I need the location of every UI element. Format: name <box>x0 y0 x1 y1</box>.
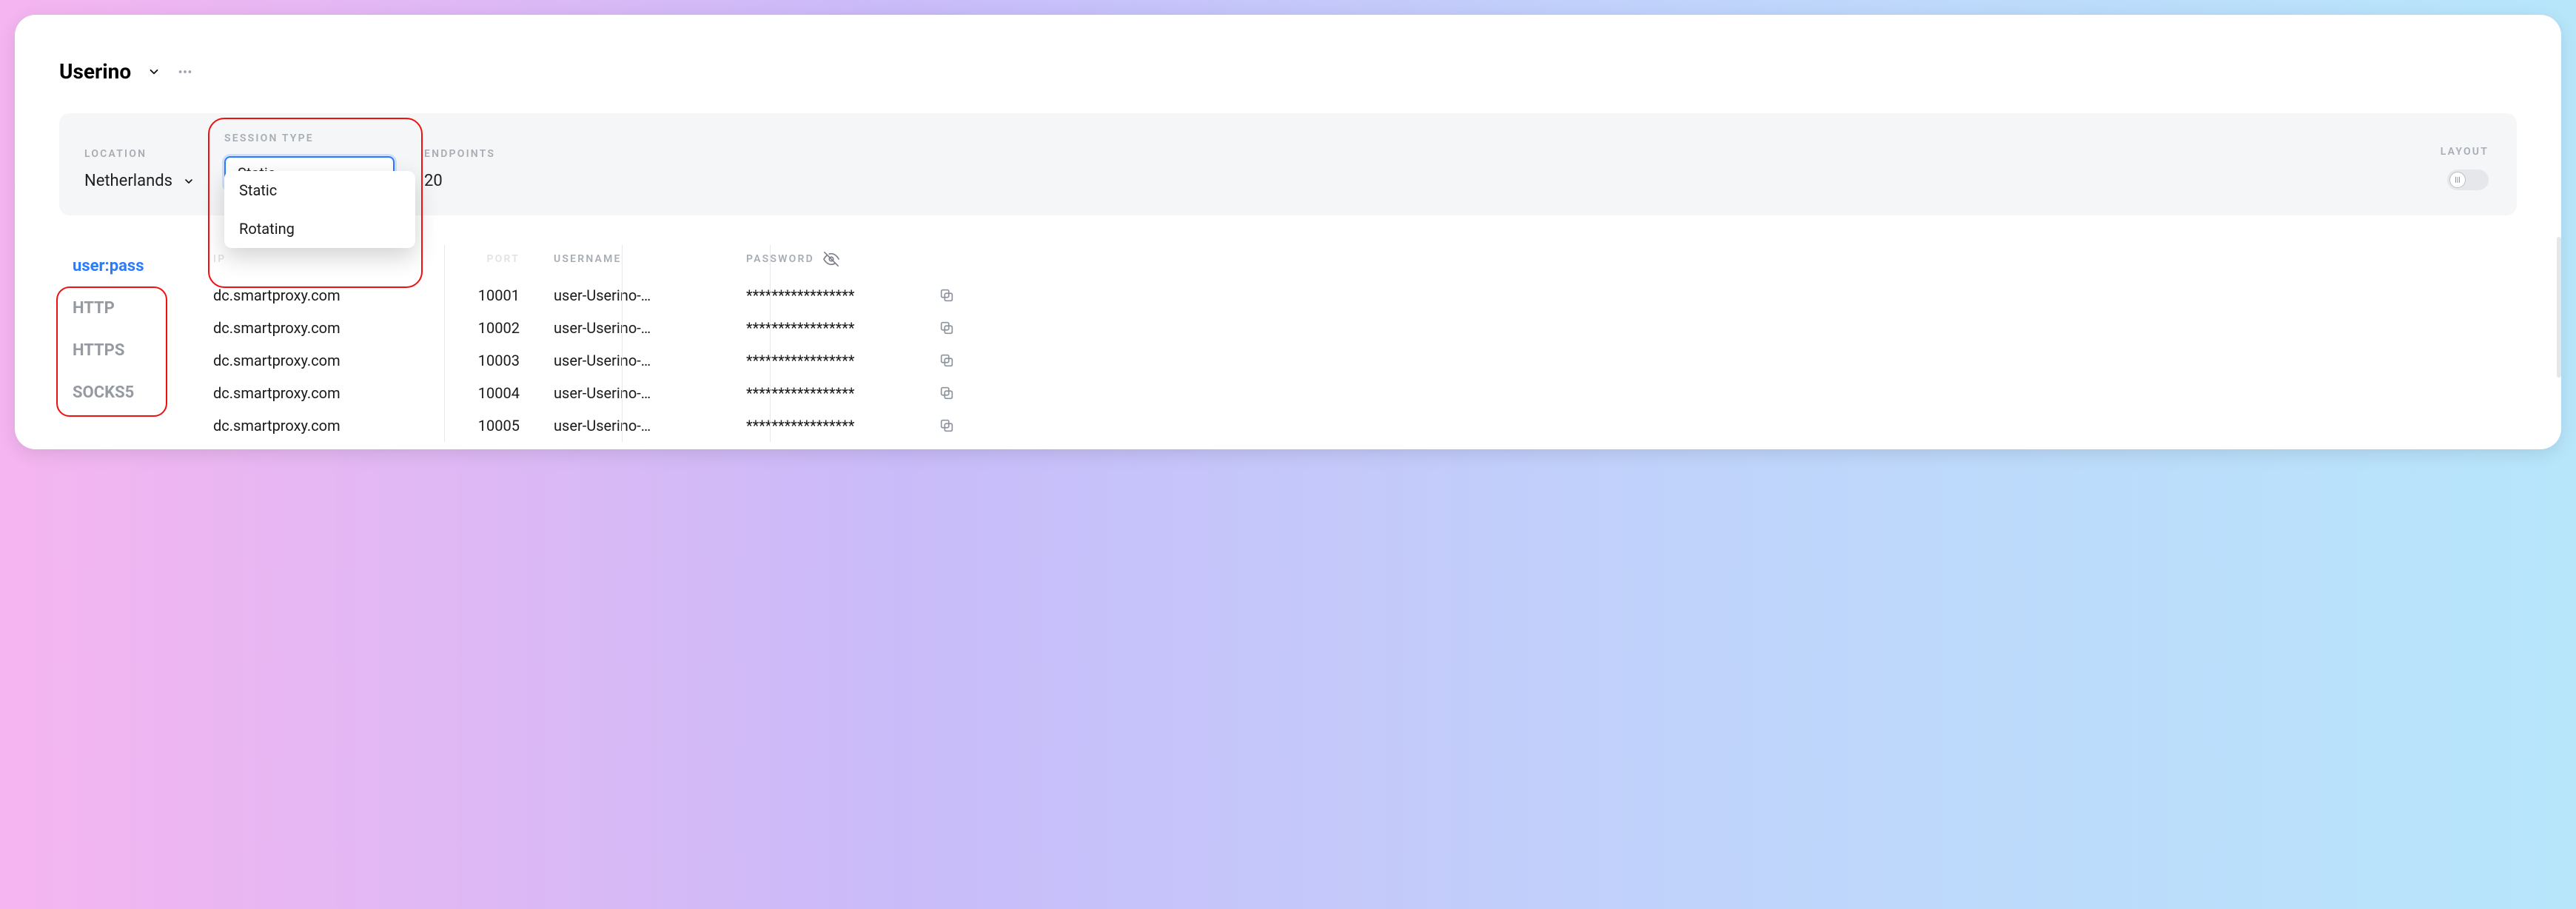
cell-username: user-Userino-… <box>554 352 717 369</box>
col-ip: IP <box>213 253 406 265</box>
scrollbar[interactable] <box>2557 237 2561 378</box>
endpoints-field: ENDPOINTS 20 <box>424 148 495 190</box>
table-row: dc.smartproxy.com 10005 user-Userino-… ****… <box>207 409 2517 442</box>
cell-host: dc.smartproxy.com <box>213 319 406 337</box>
endpoints-table: IP PORT USERNAME PASSWORD dc.smartproxy.… <box>207 245 2517 442</box>
location-label: LOCATION <box>84 148 195 160</box>
table-row: dc.smartproxy.com 10004 user-Userino-… ****… <box>207 377 2517 409</box>
cell-host: dc.smartproxy.com <box>213 352 406 369</box>
cell-password: ***************** <box>746 384 909 402</box>
cell-host: dc.smartproxy.com <box>213 417 406 435</box>
chevron-down-icon <box>183 175 195 187</box>
sidebar-item-https[interactable]: HTTPS <box>59 329 207 372</box>
endpoints-value: 20 <box>424 172 495 190</box>
copy-icon[interactable] <box>939 287 998 303</box>
cell-host: dc.smartproxy.com <box>213 384 406 402</box>
session-option-rotating[interactable]: Rotating <box>224 209 415 248</box>
session-dropdown: Static Rotating <box>224 171 415 248</box>
title-chevron-icon[interactable] <box>147 65 161 78</box>
location-value: Netherlands <box>84 172 172 190</box>
col-username: USERNAME <box>554 253 717 265</box>
content: user:pass HTTP HTTPS SOCKS5 IP PORT USER… <box>59 245 2517 442</box>
copy-icon[interactable] <box>939 352 998 369</box>
cell-password: ***************** <box>746 417 909 435</box>
layout-field: LAYOUT <box>2441 146 2489 190</box>
layout-toggle-knob <box>2449 172 2466 188</box>
table-row: dc.smartproxy.com 10002 user-Userino-… ****… <box>207 312 2517 344</box>
cell-username: user-Userino-… <box>554 286 717 304</box>
sidebar-item-http[interactable]: HTTP <box>59 287 207 329</box>
app-card: Userino LOCATION Netherlands SESSION TYP… <box>15 15 2561 449</box>
location-select[interactable]: Netherlands <box>84 172 195 190</box>
cell-username: user-Userino-… <box>554 319 717 337</box>
table-row: dc.smartproxy.com 10003 user-Userino-… ****… <box>207 344 2517 377</box>
cell-password: ***************** <box>746 319 909 337</box>
cell-username: user-Userino-… <box>554 384 717 402</box>
cell-port: 10005 <box>435 417 524 435</box>
endpoints-label: ENDPOINTS <box>424 148 495 160</box>
session-label: SESSION TYPE <box>224 133 395 144</box>
cell-username: user-Userino-… <box>554 417 717 435</box>
more-icon[interactable] <box>177 64 193 80</box>
sidebar-item-userpass[interactable]: user:pass <box>59 245 207 287</box>
copy-icon[interactable] <box>939 417 998 434</box>
layout-label: LAYOUT <box>2441 146 2489 158</box>
header: Userino <box>59 59 2517 84</box>
cell-port: 10002 <box>435 319 524 337</box>
session-option-static[interactable]: Static <box>224 171 415 209</box>
cell-port: 10001 <box>435 286 524 304</box>
col-port: PORT <box>435 253 524 265</box>
col-password: PASSWORD <box>746 251 909 267</box>
copy-icon[interactable] <box>939 385 998 401</box>
filter-bar: LOCATION Netherlands SESSION TYPE Static… <box>59 113 2517 215</box>
cell-port: 10003 <box>435 352 524 369</box>
cell-password: ***************** <box>746 352 909 369</box>
copy-icon[interactable] <box>939 320 998 336</box>
cell-password: ***************** <box>746 286 909 304</box>
table-row: dc.smartproxy.com 10001 user-Userino-… ****… <box>207 279 2517 312</box>
cell-host: dc.smartproxy.com <box>213 286 406 304</box>
eye-off-icon[interactable] <box>823 251 839 267</box>
table-header: IP PORT USERNAME PASSWORD <box>207 245 2517 279</box>
layout-toggle[interactable] <box>2447 170 2489 190</box>
session-field: SESSION TYPE Static Static Rotating <box>224 133 395 190</box>
sidebar-item-socks5[interactable]: SOCKS5 <box>59 372 207 414</box>
location-field: LOCATION Netherlands <box>84 148 195 190</box>
cell-port: 10004 <box>435 384 524 402</box>
auth-sidebar: user:pass HTTP HTTPS SOCKS5 <box>59 245 207 442</box>
page-title: Userino <box>59 59 131 84</box>
